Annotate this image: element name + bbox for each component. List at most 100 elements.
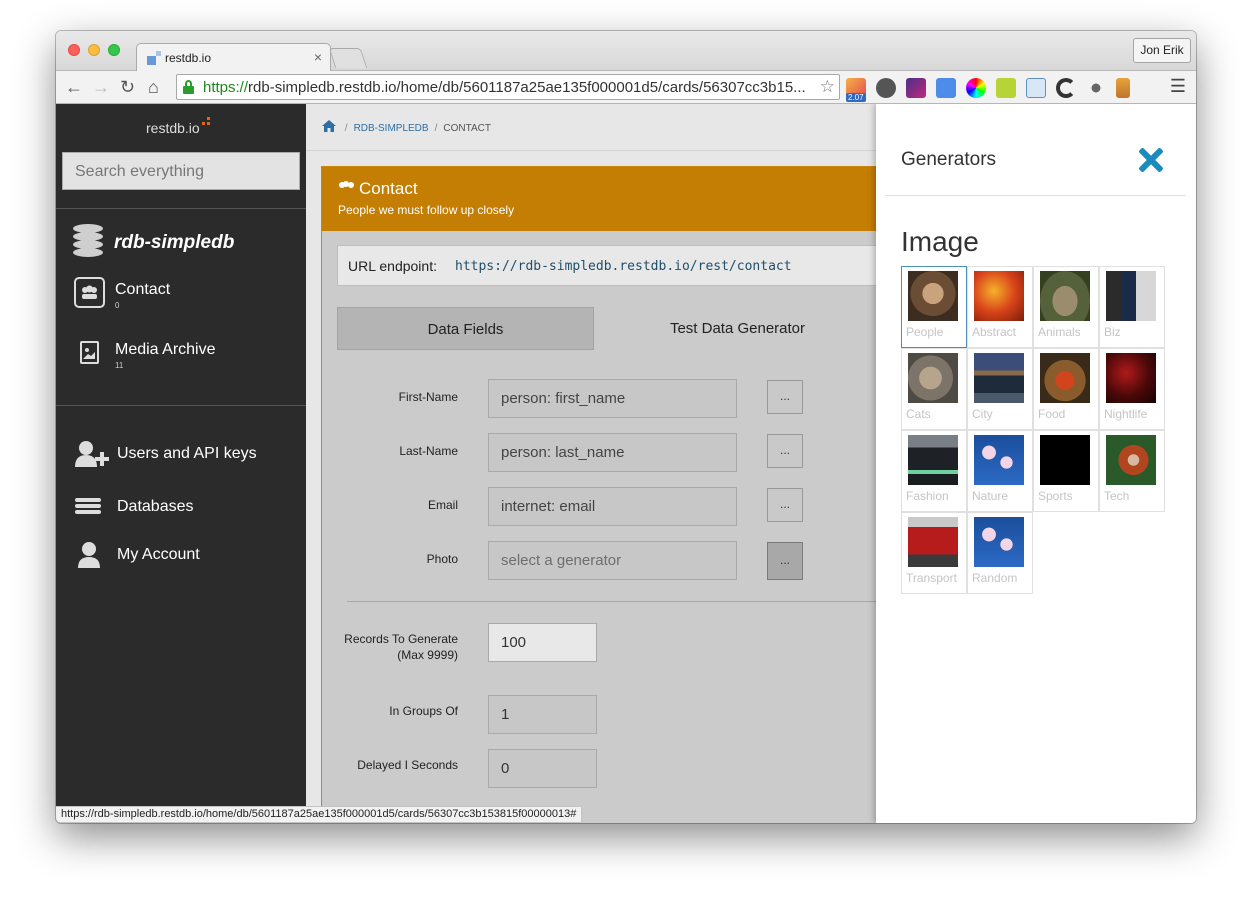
generator-tile-tech[interactable]: Tech: [1099, 430, 1165, 512]
field-label: Email: [427, 498, 458, 512]
sports-thumbnail: [1040, 435, 1090, 485]
generator-tile-random[interactable]: Random: [967, 512, 1033, 594]
field-label: First-Name: [398, 390, 458, 404]
city-thumbnail: [974, 353, 1024, 403]
tab-data-fields[interactable]: Data Fields: [337, 307, 594, 350]
breadcrumb-current: CONTACT: [443, 123, 491, 134]
in-groups-of-input[interactable]: 1: [488, 695, 597, 734]
search-input[interactable]: Search everything: [62, 152, 300, 190]
delay-seconds-input[interactable]: 0: [488, 749, 597, 788]
generators-panel: Generators Image People Abstract Animals: [876, 104, 1196, 823]
divider: [347, 601, 876, 602]
generator-category-heading: Image: [901, 226, 979, 257]
photo-generator-button[interactable]: ...: [767, 542, 803, 580]
generator-tile-abstract[interactable]: Abstract: [967, 266, 1033, 348]
sidebar-item-label: Users and API keys: [117, 445, 257, 462]
sidebar-divider: [56, 405, 306, 406]
generator-tile-transport[interactable]: Transport: [901, 512, 967, 594]
audio-extension-icon[interactable]: [1086, 78, 1106, 98]
folder-extension-icon[interactable]: [1026, 78, 1046, 98]
sidebar-item-count: 0: [115, 301, 120, 310]
sidebar-item-my-account[interactable]: My Account: [75, 541, 200, 574]
tab-title: restdb.io: [165, 51, 212, 65]
logo-mark-icon: [202, 117, 210, 125]
new-tab-button[interactable]: [328, 48, 368, 68]
records-to-generate-input[interactable]: 100: [488, 623, 597, 662]
add-user-icon: [75, 441, 109, 467]
extension-icon[interactable]: [1116, 78, 1130, 98]
minimize-window-button[interactable]: [88, 44, 100, 56]
setting-label: In Groups Of: [389, 704, 458, 718]
breadcrumb: / RDB-SIMPLEDB / CONTACT: [322, 119, 491, 134]
generator-tile-nightlife[interactable]: Nightlife: [1099, 348, 1165, 430]
random-thumbnail: [974, 517, 1024, 567]
collection-card: Contact People we must follow up closely…: [321, 166, 876, 823]
generator-tile-people[interactable]: People: [901, 266, 967, 348]
generator-tile-cats[interactable]: Cats: [901, 348, 967, 430]
email-generator-button[interactable]: ...: [767, 488, 803, 522]
extension-icon[interactable]: [1056, 78, 1076, 98]
sidebar-item-count: 11: [115, 361, 124, 370]
url-text: https://rdb-simpledb.restdb.io/home/db/5…: [203, 79, 806, 96]
evernote-extension-icon[interactable]: [876, 78, 896, 98]
abstract-thumbnail: [974, 271, 1024, 321]
database-icon: [73, 224, 103, 258]
generator-tile-nature[interactable]: Nature: [967, 430, 1033, 512]
databases-icon: [75, 498, 101, 514]
panel-title: Generators: [901, 149, 997, 170]
sidebar: restdb.io Search everything rdb-simpledb…: [56, 104, 306, 823]
card-tabs: Data Fields Test Data Generator: [337, 307, 876, 350]
color-picker-extension-icon[interactable]: [966, 78, 986, 98]
sidebar-item-label: Databases: [117, 498, 194, 515]
generator-tile-city[interactable]: City: [967, 348, 1033, 430]
sidebar-item-users-api-keys[interactable]: Users and API keys: [75, 440, 257, 473]
back-arrow-icon[interactable]: ←: [65, 76, 83, 98]
close-icon[interactable]: [1138, 147, 1164, 173]
translate-extension-icon[interactable]: [936, 78, 956, 98]
reload-icon[interactable]: ↻: [120, 76, 135, 98]
fashion-thumbnail: [908, 435, 958, 485]
generator-tile-biz[interactable]: Biz: [1099, 266, 1165, 348]
generator-tile-animals[interactable]: Animals: [1033, 266, 1099, 348]
generator-tile-sports[interactable]: Sports: [1033, 430, 1099, 512]
extension-icon[interactable]: [906, 78, 926, 98]
email-generator-input[interactable]: internet: email: [488, 487, 737, 526]
image-file-icon: [80, 341, 99, 364]
hamburger-menu-icon[interactable]: ☰: [1170, 76, 1186, 97]
card-subtitle: People we must follow up closely: [338, 203, 515, 217]
sidebar-divider: [56, 208, 306, 209]
first-name-generator-input[interactable]: person: first_name: [488, 379, 737, 418]
first-name-generator-button[interactable]: ...: [767, 380, 803, 414]
page: restdb.io Search everything rdb-simpledb…: [56, 104, 1196, 823]
tab-close-icon[interactable]: ×: [314, 49, 322, 65]
bookmark-star-icon[interactable]: ☆: [820, 77, 835, 97]
close-window-button[interactable]: [68, 44, 80, 56]
logo[interactable]: restdb.io: [146, 120, 200, 136]
breadcrumb-db-link[interactable]: RDB-SIMPLEDB: [354, 123, 429, 134]
endpoint-url[interactable]: https://rdb-simpledb.restdb.io/rest/cont…: [455, 259, 792, 274]
divider: [885, 195, 1186, 196]
tab-test-data-generator[interactable]: Test Data Generator: [594, 307, 876, 350]
sidebar-item-databases[interactable]: Databases: [75, 497, 194, 520]
sidebar-item-label: Media Archive: [115, 341, 216, 358]
home-icon[interactable]: [322, 120, 336, 132]
zoom-window-button[interactable]: [108, 44, 120, 56]
address-bar[interactable]: https://rdb-simpledb.restdb.io/home/db/5…: [176, 74, 840, 100]
title-bar: restdb.io × Jon Erik: [56, 31, 1196, 72]
animals-thumbnail: [1040, 271, 1090, 321]
forward-arrow-icon[interactable]: →: [92, 76, 110, 98]
photo-generator-input[interactable]: select a generator: [488, 541, 737, 580]
extension-icon[interactable]: 2.07: [846, 78, 866, 102]
generator-tile-food[interactable]: Food: [1033, 348, 1099, 430]
generator-tile-fashion[interactable]: Fashion: [901, 430, 967, 512]
card-header: Contact People we must follow up closely: [322, 167, 876, 231]
last-name-generator-input[interactable]: person: last_name: [488, 433, 737, 472]
extension-icon[interactable]: [996, 78, 1016, 98]
browser-tab[interactable]: restdb.io ×: [136, 43, 331, 72]
database-name[interactable]: rdb-simpledb: [114, 232, 234, 254]
url-endpoint: URL endpoint: https://rdb-simpledb.restd…: [337, 245, 876, 286]
profile-button[interactable]: Jon Erik: [1133, 38, 1191, 63]
home-icon[interactable]: ⌂: [148, 76, 159, 98]
last-name-generator-button[interactable]: ...: [767, 434, 803, 468]
status-bar-url: https://rdb-simpledb.restdb.io/home/db/5…: [56, 806, 583, 823]
